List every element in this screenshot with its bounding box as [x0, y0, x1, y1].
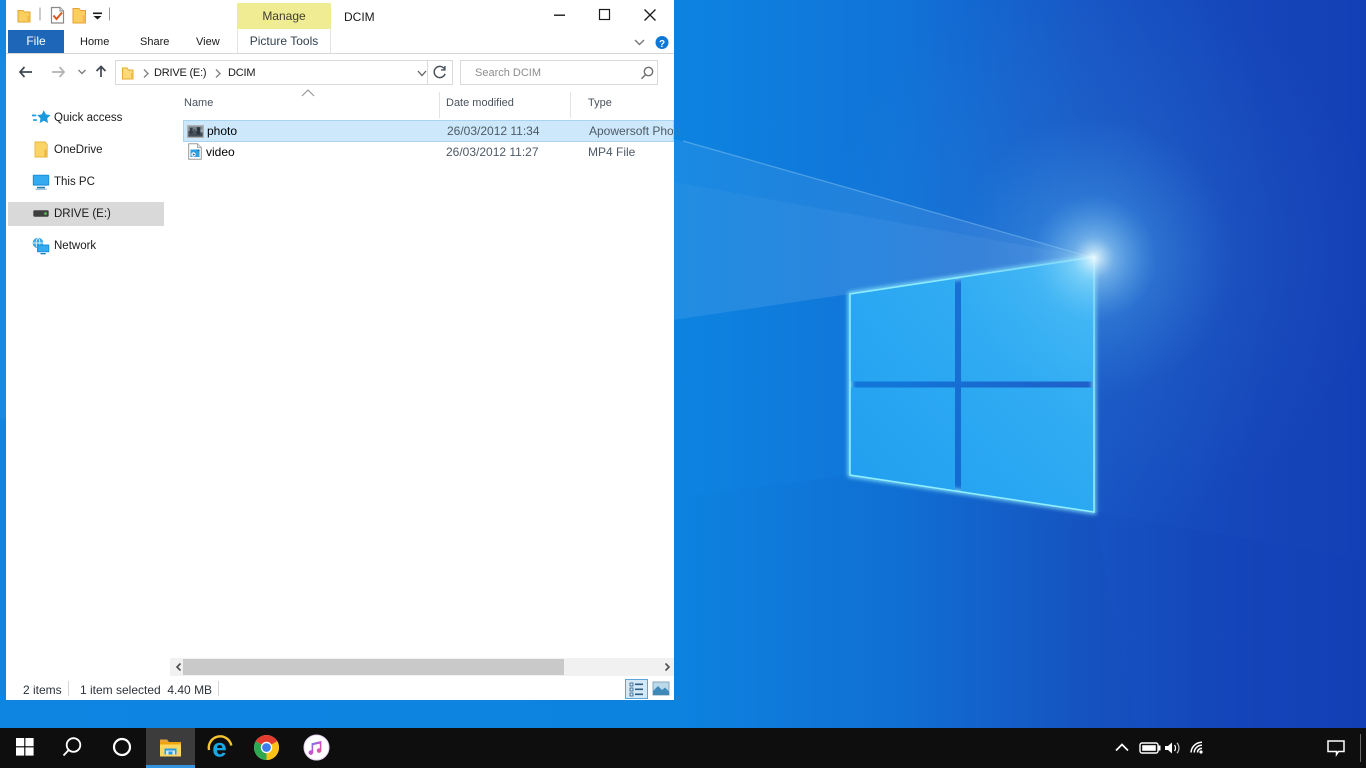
- svg-text:?: ?: [659, 39, 665, 50]
